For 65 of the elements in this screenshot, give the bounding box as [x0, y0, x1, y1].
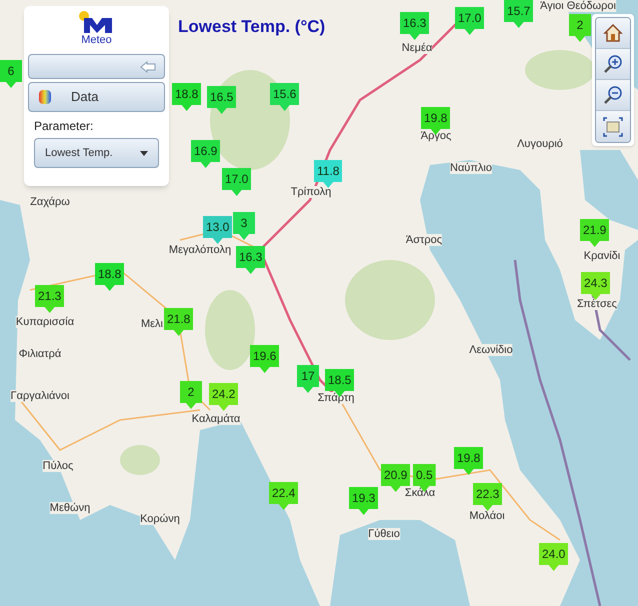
place-label: Σπάρτη: [318, 392, 354, 404]
color-scale-icon: [39, 90, 51, 104]
place-label: Καλαμάτα: [192, 413, 240, 425]
place-label: Κορώνη: [140, 513, 180, 525]
temperature-marker[interactable]: 6: [0, 60, 22, 88]
place-label: Λυγουριό: [517, 138, 563, 150]
place-label: Γαργαλιάνοι: [10, 390, 70, 402]
map-tool-button[interactable]: [596, 111, 630, 142]
place-label: Ζαχάρω: [30, 196, 70, 208]
temperature-marker[interactable]: 17.0: [222, 168, 252, 196]
temperature-marker[interactable]: 22.4: [269, 482, 298, 510]
place-label: Μολάοι: [469, 510, 505, 522]
temperature-marker[interactable]: 19.3: [349, 487, 378, 515]
place-label: Σπέτσες: [577, 298, 617, 310]
temperature-marker[interactable]: 19.8: [454, 447, 484, 475]
temperature-marker[interactable]: 3: [233, 212, 255, 240]
temperature-marker[interactable]: 21.9: [580, 219, 610, 247]
map-title: Lowest Temp. (°C): [178, 16, 326, 38]
full-extent-icon: [602, 116, 624, 138]
place-label: Άγιοι Θεόδωροι: [540, 0, 616, 12]
temperature-marker[interactable]: 13.0: [203, 216, 232, 244]
temperature-marker[interactable]: 18.8: [172, 83, 202, 111]
place-label: Γύθειο: [368, 528, 400, 540]
place-label: Κυπαρισσία: [16, 316, 74, 328]
place-label: Φιλιατρά: [18, 348, 62, 360]
logo-text: Meteo: [81, 34, 112, 47]
temperature-marker[interactable]: 2: [180, 381, 202, 409]
data-button[interactable]: Data: [28, 82, 165, 112]
place-label: Κρανίδι: [584, 250, 620, 262]
temperature-marker[interactable]: 17.0: [455, 7, 484, 35]
parameter-label: Parameter:: [34, 118, 94, 135]
map-tool-button[interactable]: [596, 18, 630, 49]
temperature-marker[interactable]: 24.2: [209, 383, 238, 411]
place-label: Νεμέα: [402, 42, 432, 54]
place-label: Μεθώνη: [50, 502, 90, 514]
temperature-marker[interactable]: 16.9: [191, 140, 220, 168]
temperature-marker[interactable]: 2: [569, 14, 591, 42]
place-label: Πύλος: [42, 460, 74, 472]
temperature-marker[interactable]: 17: [297, 365, 319, 393]
temperature-marker[interactable]: 21.3: [35, 285, 64, 313]
temperature-marker[interactable]: 15.6: [270, 83, 300, 111]
place-label: Ναύπλιο: [450, 162, 492, 174]
parameter-select[interactable]: Lowest Temp.: [34, 138, 159, 168]
zoom-out-icon: [602, 84, 624, 106]
temperature-marker[interactable]: 22.3: [473, 483, 502, 511]
temperature-marker[interactable]: 16.3: [236, 246, 266, 274]
temperature-marker[interactable]: 16.3: [400, 12, 430, 40]
place-label: Μελι: [141, 318, 163, 330]
place-label: Άστρος: [406, 234, 442, 246]
temperature-marker[interactable]: 21.8: [164, 308, 194, 336]
place-label: Μεγαλόπολη: [168, 244, 232, 256]
temperature-marker[interactable]: 24.3: [581, 272, 610, 300]
temperature-marker[interactable]: 24.0: [539, 543, 568, 571]
temperature-marker[interactable]: 19.6: [250, 345, 280, 373]
map-tool-button[interactable]: [596, 49, 630, 80]
temperature-marker[interactable]: 18.8: [95, 263, 124, 291]
temperature-marker[interactable]: 11.8: [314, 160, 342, 188]
arrow-left-icon: [140, 60, 156, 72]
home-icon: [602, 22, 624, 44]
temperature-marker[interactable]: 15.7: [504, 0, 534, 28]
place-label: Λεωνίδιο: [469, 344, 513, 356]
caret-icon: [140, 150, 148, 156]
zoom-in-icon: [602, 53, 624, 75]
map-tool-button[interactable]: [596, 80, 630, 111]
place-label: Τρίπολη: [290, 186, 332, 198]
